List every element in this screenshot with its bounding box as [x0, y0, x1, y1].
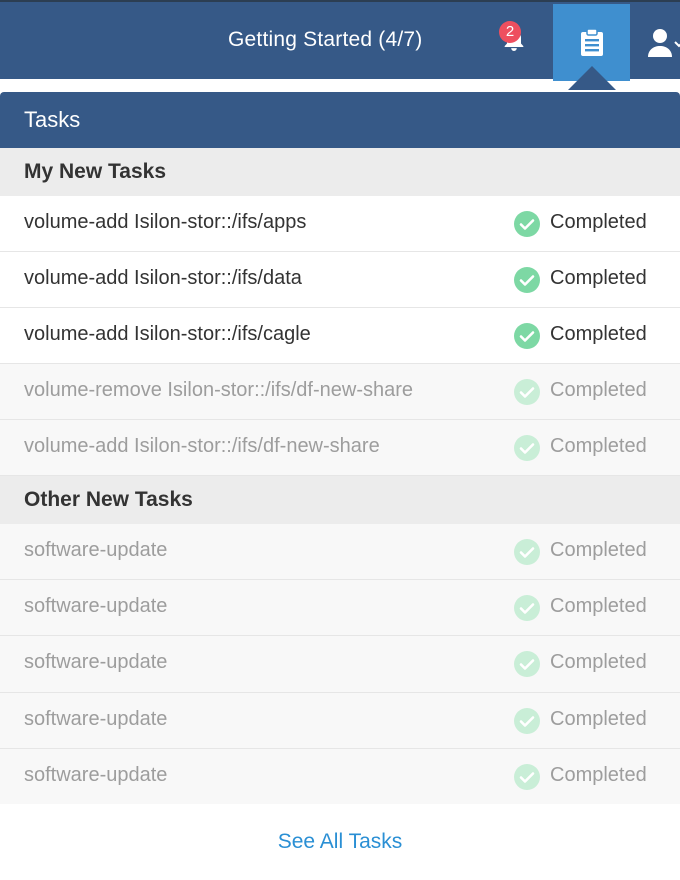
section-title: Other New Tasks [24, 488, 193, 511]
task-row[interactable]: volume-add Isilon-stor::/ifs/df-new-shar… [0, 420, 680, 476]
task-name: volume-add Isilon-stor::/ifs/cagle [24, 323, 311, 345]
task-row[interactable]: volume-remove Isilon-stor::/ifs/df-new-s… [0, 364, 680, 420]
task-status: Completed [550, 651, 647, 674]
task-status: Completed [550, 267, 647, 289]
task-status: Completed [550, 323, 647, 345]
notification-count-badge: 2 [499, 21, 521, 43]
panel-title: Tasks [24, 107, 81, 132]
task-status: Completed [550, 379, 647, 401]
task-row[interactable]: volume-add Isilon-stor::/ifs/cagle Comple… [0, 308, 680, 364]
task-status: Completed [550, 539, 647, 562]
task-row[interactable]: volume-add Isilon-stor::/ifs/apps Complet… [0, 196, 680, 252]
task-row[interactable]: software-update Completed [0, 636, 680, 693]
task-name: volume-add Isilon-stor::/ifs/data [24, 267, 302, 289]
task-row[interactable]: software-update Completed [0, 748, 680, 805]
task-name: volume-add Isilon-stor::/ifs/apps [24, 211, 307, 233]
clipboard-icon [581, 29, 603, 56]
panel-footer: See All Tasks [0, 804, 680, 880]
task-row[interactable]: volume-add Isilon-stor::/ifs/data Complet… [0, 252, 680, 308]
section-header: My New Tasks [0, 148, 680, 196]
task-status: Completed [550, 211, 647, 233]
completed-check-icon [514, 379, 540, 405]
completed-check-icon [514, 595, 540, 622]
completed-check-icon [514, 539, 540, 566]
see-all-tasks-link[interactable]: See All Tasks [0, 830, 680, 854]
task-name: volume-remove Isilon-stor::/ifs/df-new-s… [24, 379, 414, 401]
completed-check-icon [514, 211, 540, 237]
completed-check-icon [514, 267, 540, 293]
completed-check-icon [514, 323, 540, 349]
task-row[interactable]: software-update Completed [0, 524, 680, 581]
task-name: software-update [24, 539, 168, 562]
section-header: Other New Tasks [0, 476, 680, 524]
task-status: Completed [550, 763, 647, 786]
completed-check-icon [514, 651, 540, 678]
task-row[interactable]: software-update Completed [0, 692, 680, 749]
task-name: software-update [24, 595, 168, 618]
task-name: volume-add Isilon-stor::/ifs/df-new-shar… [24, 435, 380, 457]
notifications-button[interactable]: 2 [496, 18, 532, 62]
getting-started-link[interactable]: Getting Started (4/7) [228, 28, 422, 52]
completed-check-icon [514, 707, 540, 734]
task-status: Completed [550, 595, 647, 618]
task-row[interactable]: software-update Completed [0, 580, 680, 637]
task-status: Completed [550, 435, 647, 457]
task-name: software-update [24, 707, 168, 730]
section-title: My New Tasks [24, 160, 167, 183]
dropdown-pointer [568, 66, 616, 90]
user-icon [648, 29, 680, 57]
completed-check-icon [514, 763, 540, 790]
tasks-panel-header: Tasks [0, 92, 680, 148]
task-name: software-update [24, 763, 168, 786]
completed-check-icon [514, 435, 540, 461]
user-menu-button[interactable] [630, 4, 680, 81]
task-name: software-update [24, 651, 168, 674]
task-status: Completed [550, 707, 647, 730]
